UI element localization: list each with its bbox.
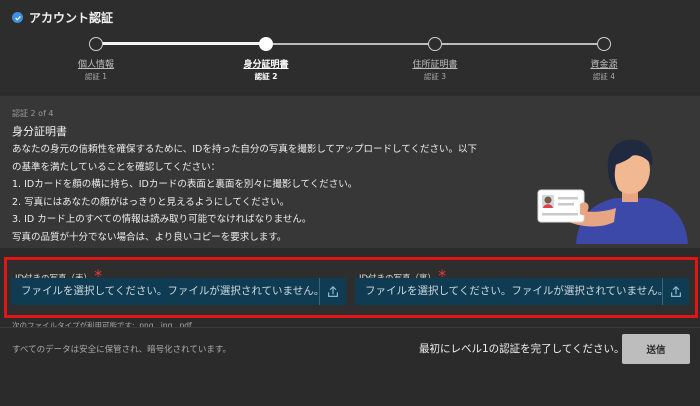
person-holding-id-illustration — [537, 139, 688, 244]
file-input-placeholder: ファイルを選択してください。ファイルが選択されていません。 — [21, 285, 319, 297]
step-label: 個人情報 — [77, 60, 114, 70]
step-address-proof[interactable]: 住所証明書 認証 3 — [385, 37, 485, 82]
step-label: 資金源 — [590, 60, 618, 70]
step-sublabel: 認証 3 — [423, 72, 447, 81]
upload-section: ID付きの写真（表）* ファイルを選択してください。ファイルが選択されていません… — [4, 257, 698, 318]
instruction-line: 3. ID カード上のすべての情報は読み取り可能でなければなりません。 — [12, 214, 312, 225]
section-title: 身分証明書 — [12, 125, 67, 138]
step-sublabel: 認証 2 — [254, 72, 278, 81]
page-title: アカウント認証 — [29, 11, 114, 25]
upload-icon — [671, 285, 681, 297]
back-photo-file-input[interactable]: ファイルを選択してください。ファイルが選択されていません。 — [355, 278, 689, 305]
step-circle — [597, 37, 611, 51]
step-identity-document[interactable]: 身分証明書 認証 2 — [216, 37, 316, 82]
instruction-line: 2. 写真にはあなたの顔がはっきりと見えるようにしてください。 — [12, 196, 290, 208]
instruction-line: の基準を満たしていることを確認してください： — [12, 161, 221, 173]
level-requirement-message: 最初にレベル1の認証を完了してください。 — [419, 343, 625, 355]
instruction-line: あなたの身元の信頼性を確保するために、IDを持った自分の写真を撮影してアップロー… — [12, 144, 477, 155]
file-input-placeholder: ファイルを選択してください。ファイルが選択されていません。 — [365, 285, 662, 297]
submit-button[interactable]: 送信 — [622, 334, 690, 364]
instructions-panel: 認証 2 of 4 身分証明書 あなたの身元の信頼性を確保するために、IDを持っ… — [0, 96, 700, 248]
security-note: すべてのデータは安全に保管され、暗号化されています。 — [12, 345, 232, 355]
step-label: 身分証明書 — [243, 60, 289, 70]
footer: すべてのデータは安全に保管され、暗号化されています。 最初にレベル1の認証を完了… — [0, 327, 700, 406]
step-circle — [428, 37, 442, 51]
step-source-of-funds[interactable]: 資金源 認証 4 — [554, 37, 654, 82]
step-personal-info[interactable]: 個人情報 認証 1 — [46, 37, 146, 82]
step-circle — [89, 37, 103, 51]
check-circle-icon — [12, 12, 23, 23]
instruction-line: 1. IDカードを顔の横に持ち、IDカードの表面と裏面を別々に撮影してください。 — [12, 179, 358, 190]
title-row: アカウント認証 — [12, 9, 113, 26]
stepper: 個人情報 認証 1 身分証明書 認証 2 住所証明書 認証 3 資金源 認証 4 — [0, 30, 700, 90]
step-label: 住所証明書 — [412, 60, 458, 70]
back-upload-button[interactable] — [662, 278, 689, 305]
step-sublabel: 認証 1 — [84, 72, 108, 81]
instruction-line: 写真の品質が十分でない場合は、より良いコピーを要求します。 — [12, 231, 287, 243]
step-circle — [259, 37, 273, 51]
upload-icon — [328, 285, 338, 297]
step-count: 認証 2 of 4 — [12, 109, 54, 118]
front-photo-file-input[interactable]: ファイルを選択してください。ファイルが選択されていません。 — [11, 278, 346, 305]
front-upload-button[interactable] — [319, 278, 346, 305]
header: アカウント認証 個人情報 認証 1 身分証明書 認証 2 住所証明書 認証 3 … — [0, 0, 700, 92]
instructions-text: あなたの身元の信頼性を確保するために、IDを持った自分の写真を撮影してアップロー… — [12, 141, 512, 246]
step-sublabel: 認証 4 — [592, 72, 616, 81]
